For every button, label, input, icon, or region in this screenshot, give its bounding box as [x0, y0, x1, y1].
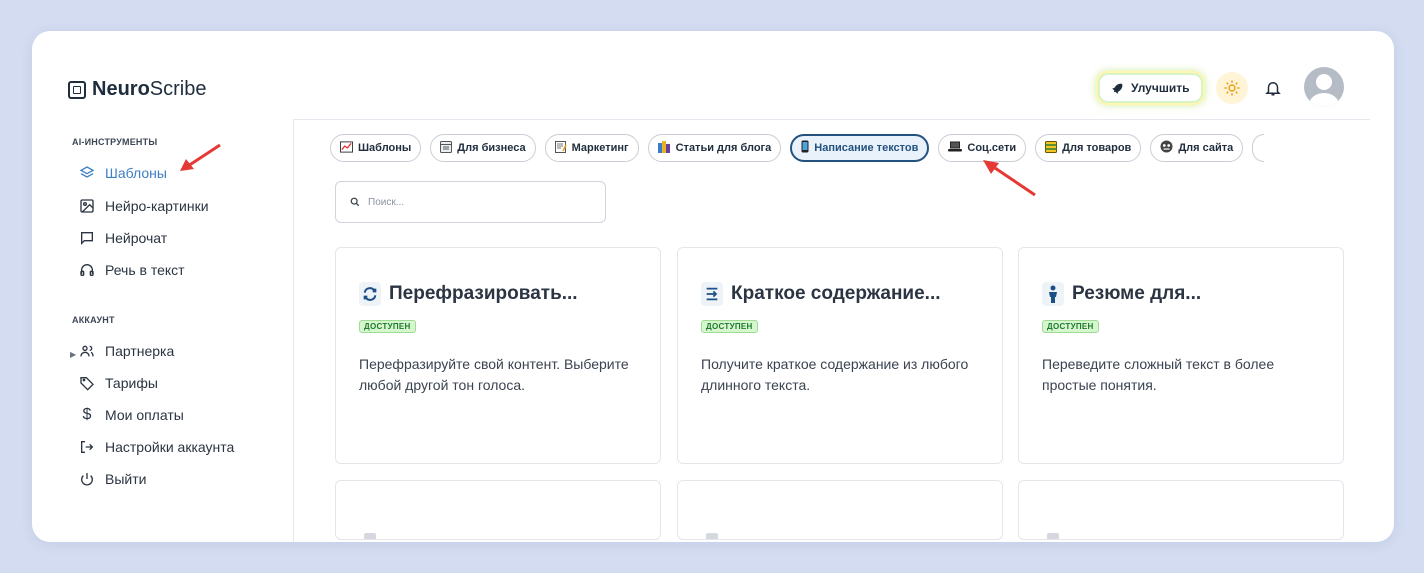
template-description: Получите краткое содержание из любого дл…	[701, 356, 969, 393]
mask-icon	[1160, 140, 1173, 156]
ledger-icon	[1045, 140, 1058, 156]
template-title: Краткое содержание...	[731, 283, 941, 304]
tab-label: Соц.сети	[967, 142, 1017, 154]
tag-icon	[79, 375, 95, 391]
compress-icon	[701, 282, 723, 306]
bell-icon	[1265, 82, 1281, 96]
expand-caret-icon[interactable]: ▶	[70, 350, 76, 359]
logo-icon	[68, 80, 86, 99]
template-card-summary[interactable]: Краткое содержание... ДОСТУПЕН Получите …	[677, 247, 1003, 464]
sidebar-item-templates[interactable]: Шаблоны	[79, 162, 167, 184]
template-card-partial[interactable]	[1018, 480, 1344, 540]
category-tabs: Шаблоны Для бизнеса Маркетинг Статьи для…	[330, 134, 1265, 162]
power-icon	[79, 471, 95, 487]
tab-label: Шаблоны	[358, 142, 412, 154]
notifications-button[interactable]	[1261, 75, 1285, 101]
upgrade-label: Улучшить	[1131, 81, 1190, 95]
refresh-icon	[359, 282, 381, 306]
rocket-icon	[1112, 83, 1123, 94]
dollar-icon: $	[82, 406, 92, 423]
sidebar-item-neuro-images[interactable]: Нейро-картинки	[79, 195, 209, 217]
tab-label: Написание текстов	[814, 142, 919, 154]
template-description: Переведите сложный текст в более простые…	[1042, 356, 1275, 393]
laptop-icon	[948, 141, 963, 155]
sidebar-item-label: Речь в текст	[105, 262, 185, 278]
section-label-account: АККАУНТ	[72, 315, 115, 325]
tab-social-media[interactable]: Соц.сети	[938, 134, 1027, 162]
phone-icon	[801, 140, 809, 156]
search-box[interactable]	[335, 181, 606, 223]
tab-templates[interactable]: Шаблоны	[330, 134, 422, 162]
sidebar-item-label: Настройки аккаунта	[105, 439, 235, 455]
sidebar-item-label: Нейрочат	[105, 230, 168, 246]
tab-website[interactable]: Для сайта	[1150, 134, 1244, 162]
tab-label: Для товаров	[1062, 142, 1132, 154]
books-icon	[657, 140, 671, 156]
sidebar-item-label: Мои оплаты	[105, 407, 184, 423]
memo-icon	[554, 140, 567, 156]
template-card-partial[interactable]	[677, 480, 1003, 540]
chat-icon	[79, 230, 95, 246]
sidebar-item-neurochat[interactable]: Нейрочат	[79, 227, 167, 249]
search-icon	[350, 197, 360, 207]
sidebar-item-label: Шаблоны	[105, 165, 167, 181]
tab-label: Для бизнеса	[457, 142, 526, 154]
header-divider	[294, 119, 1370, 120]
logo-bold: Neuro	[92, 78, 150, 100]
tab-overflow-edge[interactable]	[1252, 134, 1265, 162]
template-card-paraphrase[interactable]: Перефразировать... ДОСТУПЕН Перефразируй…	[335, 247, 661, 464]
person-icon	[1042, 282, 1064, 306]
headphones-icon	[79, 262, 95, 278]
sidebar-item-label: Выйти	[105, 471, 147, 487]
tab-marketing[interactable]: Маркетинг	[544, 134, 639, 162]
status-badge: ДОСТУПЕН	[701, 320, 758, 333]
template-description: Перефразируйте свой контент. Выберите лю…	[359, 356, 629, 393]
sidebar-item-label: Тарифы	[105, 375, 158, 391]
template-title: Резюме для...	[1072, 283, 1202, 304]
app-window: NeuroScribe Улучшить AI-ИНСТРУМЕНТЫ Шабл…	[32, 31, 1394, 542]
upgrade-button[interactable]: Улучшить	[1098, 73, 1204, 103]
tab-products[interactable]: Для товаров	[1035, 134, 1142, 162]
tab-label: Статьи для блога	[675, 142, 772, 154]
section-label-ai-tools: AI-ИНСТРУМЕНТЫ	[72, 137, 158, 147]
user-avatar[interactable]	[1304, 67, 1344, 107]
partial-icon	[1047, 533, 1059, 539]
logout-arrow-icon	[79, 439, 95, 455]
tab-label: Маркетинг	[571, 142, 629, 154]
sidebar-item-label: Нейро-картинки	[105, 198, 209, 214]
image-icon	[79, 198, 95, 214]
template-title: Перефразировать...	[389, 283, 578, 304]
template-card-partial[interactable]	[335, 480, 661, 540]
partial-icon	[364, 533, 376, 539]
calendar-icon	[440, 140, 453, 156]
sidebar-item-logout[interactable]: Выйти	[79, 468, 146, 490]
tab-text-writing[interactable]: Написание текстов	[790, 134, 930, 162]
template-card-resume[interactable]: Резюме для... ДОСТУПЕН Переведите сложны…	[1018, 247, 1344, 464]
sidebar: AI-ИНСТРУМЕНТЫ Шаблоны Нейро-картинки Не…	[32, 119, 294, 542]
tab-label: Для сайта	[1178, 142, 1234, 154]
tab-blog-articles[interactable]: Статьи для блога	[647, 134, 782, 162]
tab-business[interactable]: Для бизнеса	[430, 134, 536, 162]
sidebar-item-tariffs[interactable]: Тарифы	[79, 372, 158, 394]
app-logo[interactable]: NeuroScribe	[68, 78, 207, 101]
sidebar-item-account-settings[interactable]: Настройки аккаунта	[79, 436, 234, 458]
users-icon	[79, 343, 95, 359]
status-badge: ДОСТУПЕН	[1042, 320, 1099, 333]
logo-rest: Scribe	[149, 78, 207, 100]
layers-icon	[79, 165, 95, 181]
search-input[interactable]	[368, 196, 568, 208]
sidebar-item-label: Партнерка	[105, 343, 175, 359]
status-badge: ДОСТУПЕН	[359, 320, 416, 333]
sun-icon	[1224, 80, 1240, 96]
partial-icon	[706, 533, 718, 539]
sidebar-item-partners[interactable]: Партнерка	[79, 340, 174, 362]
sidebar-item-speech-to-text[interactable]: Речь в текст	[79, 259, 185, 281]
sidebar-item-my-payments[interactable]: $ Мои оплаты	[79, 404, 184, 426]
chart-icon	[340, 140, 353, 156]
theme-toggle-button[interactable]	[1216, 72, 1248, 104]
